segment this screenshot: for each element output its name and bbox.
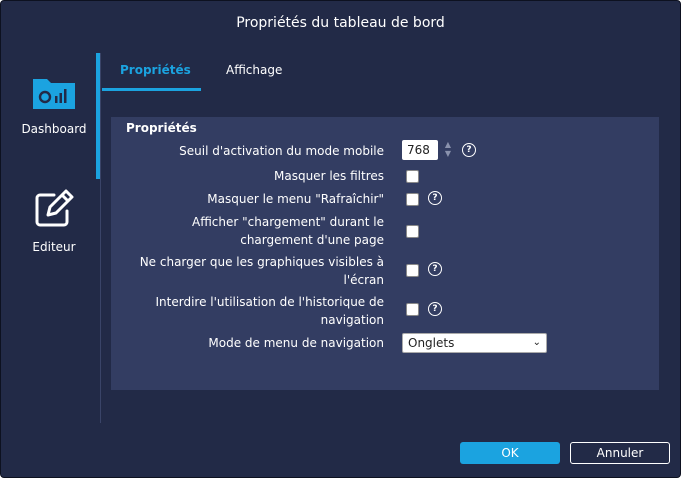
help-icon[interactable]: ? [428,302,442,316]
label-line: Interdire l'utilisation de l'historique … [155,295,385,309]
label-line: Ne charger que les graphiques visibles à [139,255,384,269]
help-icon[interactable]: ? [428,262,442,276]
threshold-spinner[interactable]: ▲ ▼ [443,140,453,160]
dashboard-icon [33,79,75,109]
edit-icon [35,189,74,227]
forbid-history-label: Interdire l'utilisation de l'historique … [156,293,385,329]
active-tab-underline [102,88,201,91]
nav-mode-value: Onglets [408,336,455,350]
tab-properties[interactable]: Propriétés [120,63,191,77]
label-line: chargement d'une page [240,233,384,247]
show-loading-checkbox[interactable] [406,225,419,238]
sidebar-item-label: Editeur [32,240,76,254]
sidebar-item-editor[interactable]: Editeur [13,187,95,254]
dialog-title: Propriétés du tableau de bord [236,15,445,31]
sidebar-item-label: Dashboard [21,122,87,136]
show-loading-label: Afficher "chargement" durant le chargeme… [192,213,384,249]
hide-refresh-checkbox[interactable] [406,193,419,206]
nav-mode-select[interactable]: Onglets ⌄ [402,333,547,353]
hide-filters-checkbox[interactable] [406,170,419,183]
properties-panel: Propriétés Seuil d'activation du mode mo… [111,117,659,390]
spin-up-icon[interactable]: ▲ [443,140,453,149]
nav-mode-label: Mode de menu de navigation [208,336,384,350]
panel-title: Propriétés [126,121,197,135]
dashboard-properties-dialog: Propriétés du tableau de bord Dashboard … [0,0,681,478]
label-line: l'écran [343,273,384,287]
sidebar-item-dashboard[interactable]: Dashboard [13,75,95,136]
label-line: Afficher "chargement" durant le [191,215,384,229]
label-line: navigation [320,313,384,327]
mobile-threshold-label: Seuil d'activation du mode mobile [179,144,384,158]
tab-display[interactable]: Affichage [226,63,282,77]
load-visible-checkbox[interactable] [406,264,419,277]
cancel-button[interactable]: Annuler [570,442,670,464]
hide-filters-label: Masquer les filtres [274,169,384,183]
mobile-threshold-input[interactable]: 768 [402,140,438,160]
forbid-history-checkbox[interactable] [406,303,419,316]
hide-refresh-label: Masquer le menu "Rafraîchir" [207,192,384,206]
sidebar-divider [100,53,101,423]
ok-button[interactable]: OK [460,442,560,464]
chevron-down-icon: ⌄ [532,337,541,348]
spin-down-icon[interactable]: ▼ [443,149,453,158]
load-visible-label: Ne charger que les graphiques visibles à… [140,253,384,289]
help-icon[interactable]: ? [462,143,476,157]
help-icon[interactable]: ? [428,191,442,205]
